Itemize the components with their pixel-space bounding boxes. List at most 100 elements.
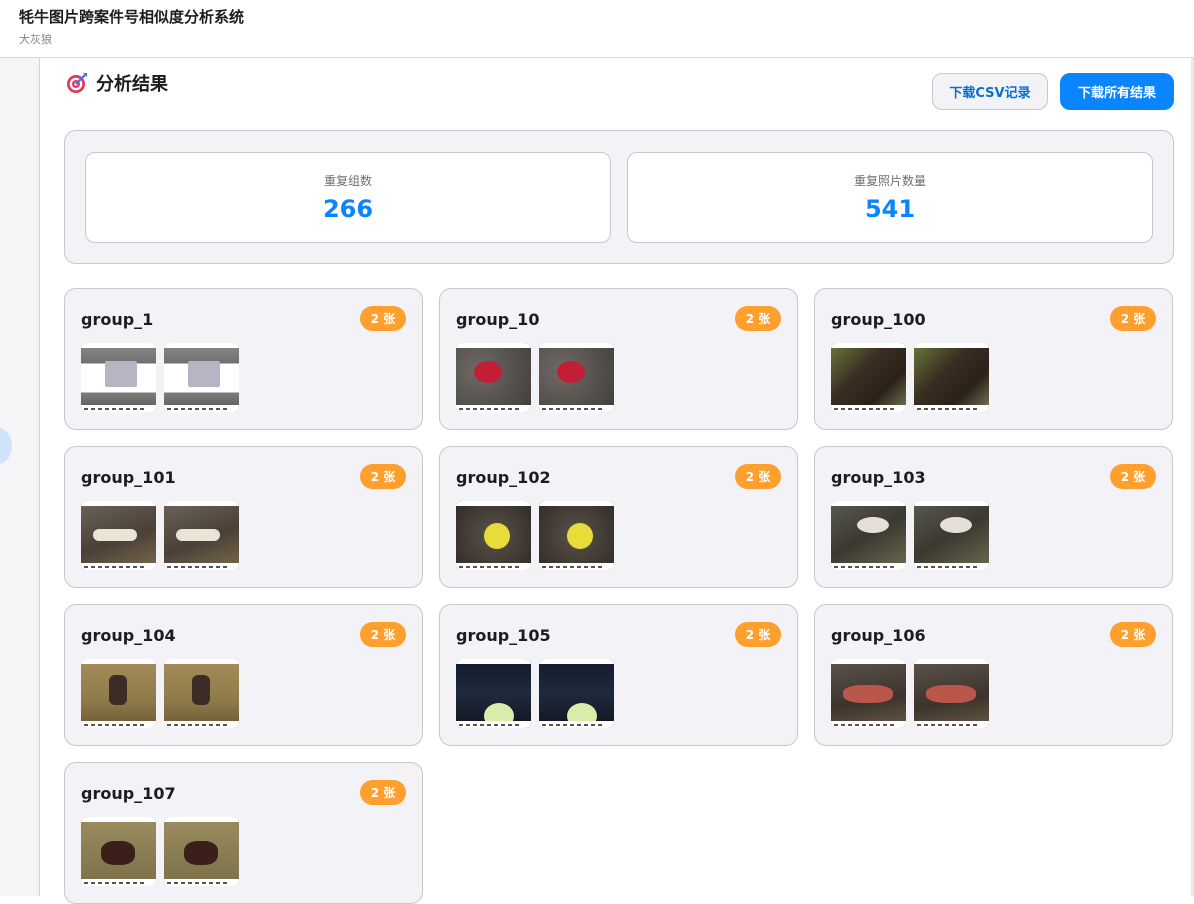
photo-thumbnail[interactable] [539,501,614,570]
group-name: group_101 [81,468,176,487]
thumbnail-subject [474,361,502,383]
photo-count-badge: 2 张 [735,464,781,489]
group-name: group_10 [456,310,540,329]
photo-thumbnail[interactable] [914,343,989,412]
thumbnail-caption-marks [459,408,519,410]
group-card[interactable]: group_102 2 张 [439,446,798,588]
thumbnail-subject [188,361,220,387]
photo-thumbnail[interactable] [831,501,906,570]
group-card[interactable]: group_101 2 张 [64,446,423,588]
top-bar: 牦牛图片跨案件号相似度分析系统 大灰狼 [0,0,1194,58]
app-title: 牦牛图片跨案件号相似度分析系统 [19,8,245,26]
thumbnail-margin [164,817,239,822]
stat-label: 重复照片数量 [853,174,926,188]
thumbnail-subject [557,361,585,383]
group-name: group_105 [456,626,551,645]
photo-thumbnail[interactable] [831,343,906,412]
thumbnail-caption-marks [542,566,602,568]
thumbnail-subject [192,675,210,705]
thumbnail-caption-marks [84,566,144,568]
photo-thumbnail[interactable] [914,659,989,728]
photo-thumbnail[interactable] [456,343,531,412]
stat-label: 重复组数 [323,174,372,188]
thumbnail-subject [105,361,137,387]
group-name: group_107 [81,784,176,803]
photo-thumbnail[interactable] [539,343,614,412]
current-user: 大灰狼 [19,33,52,46]
photo-thumbnail[interactable] [164,659,239,728]
group-name: group_102 [456,468,551,487]
thumbnail-caption-marks [84,408,144,410]
thumbnail-caption-marks [84,882,144,884]
target-icon [66,72,88,94]
thumbnail-subject [926,685,976,703]
stat-value: 541 [864,195,916,223]
thumbnail-margin [914,501,989,506]
thumbnail-margin [456,343,531,348]
group-card[interactable]: group_10 2 张 [439,288,798,430]
thumbnail-margin [539,343,614,348]
photo-thumbnail[interactable] [164,501,239,570]
thumbnail-caption-marks [459,566,519,568]
thumbnail-caption-marks [542,724,602,726]
thumbnail-caption-marks [542,408,602,410]
photo-thumbnail[interactable] [164,343,239,412]
thumbnail-margin [164,501,239,506]
thumbnail-subject [567,523,593,549]
group-card[interactable]: group_104 2 张 [64,604,423,746]
photo-count-badge: 2 张 [360,622,406,647]
thumbnail-margin [81,817,156,822]
thumbnail-caption-marks [84,724,144,726]
photo-thumbnail[interactable] [81,659,156,728]
thumbnail-caption-marks [834,566,894,568]
thumbnail-caption-marks [917,408,977,410]
thumbnail-caption-marks [167,408,227,410]
group-card[interactable]: group_1 2 张 [64,288,423,430]
photo-count-badge: 2 张 [360,464,406,489]
group-card[interactable]: group_106 2 张 [814,604,1173,746]
download-csv-button[interactable]: 下载CSV记录 [932,73,1048,110]
photo-thumbnail[interactable] [81,501,156,570]
section-header: 分析结果 [66,70,168,96]
photo-thumbnail[interactable] [831,659,906,728]
thumbnail-margin [81,501,156,506]
thumbnail-subject [484,523,510,549]
thumbnail-margin [81,343,156,348]
photo-count-badge: 2 张 [1110,464,1156,489]
photo-count-badge: 2 张 [360,780,406,805]
stat-card-duplicate-photos: 重复照片数量 541 [627,152,1153,243]
photo-thumbnail[interactable] [539,659,614,728]
thumbnail-subject [93,529,137,541]
photo-thumbnail[interactable] [456,659,531,728]
thumbnail-margin [164,343,239,348]
thumbnail-subject [176,529,220,541]
thumbnail-caption-marks [834,724,894,726]
photo-thumbnail[interactable] [456,501,531,570]
stat-value: 266 [322,195,374,223]
sidebar [0,58,40,896]
thumbnail-subject [101,841,135,865]
group-card[interactable]: group_105 2 张 [439,604,798,746]
photo-count-badge: 2 张 [735,622,781,647]
thumbnail-margin [456,501,531,506]
thumbnail-margin [831,501,906,506]
thumbnail-subject [843,685,893,703]
photo-count-badge: 2 张 [735,306,781,331]
thumbnail-margin [914,343,989,348]
photo-thumbnail[interactable] [164,817,239,886]
thumbnail-margin [81,659,156,664]
thumbnail-caption-marks [167,724,227,726]
thumbnail-margin [456,659,531,664]
stat-card-duplicate-groups: 重复组数 266 [85,152,611,243]
photo-thumbnail[interactable] [81,817,156,886]
photo-thumbnail[interactable] [914,501,989,570]
group-card[interactable]: group_100 2 张 [814,288,1173,430]
group-card[interactable]: group_107 2 张 [64,762,423,904]
thumbnail-margin [539,501,614,506]
group-name: group_106 [831,626,926,645]
thumbnail-margin [164,659,239,664]
photo-thumbnail[interactable] [81,343,156,412]
group-card[interactable]: group_103 2 张 [814,446,1173,588]
thumbnail-subject [184,841,218,865]
download-all-button[interactable]: 下载所有结果 [1060,73,1174,110]
